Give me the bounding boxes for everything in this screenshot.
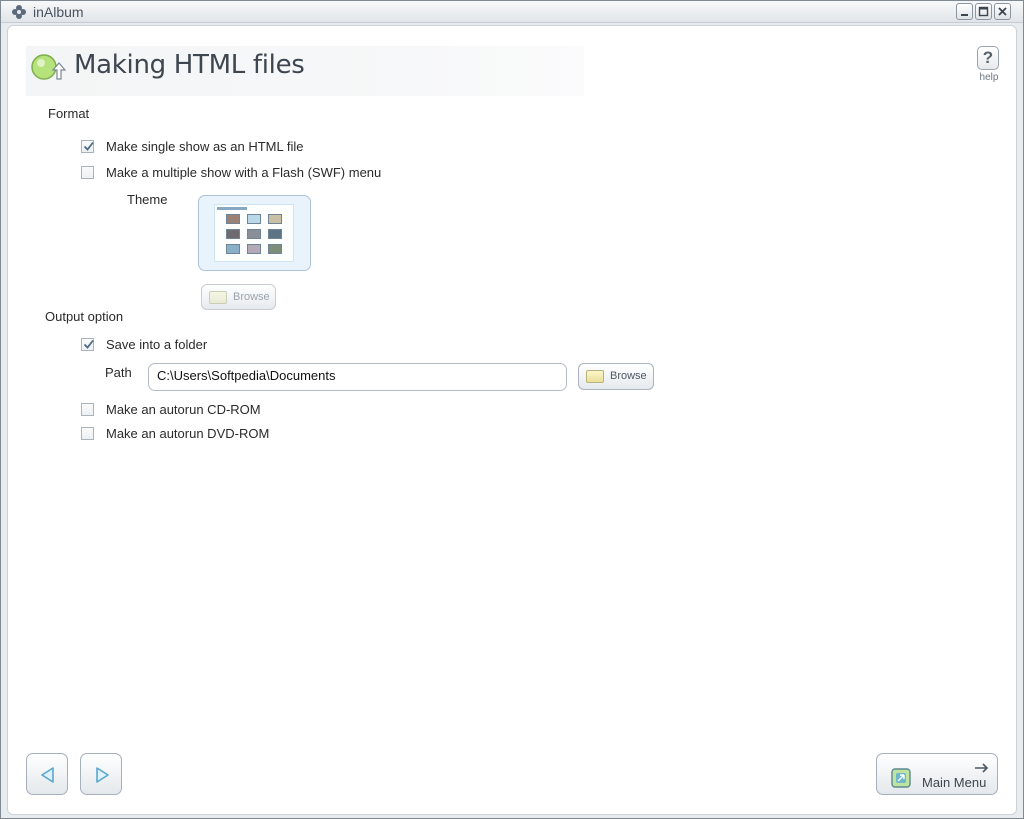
path-label: Path (105, 365, 132, 380)
theme-header-bar (217, 207, 247, 210)
multiple-show-checkbox[interactable] (81, 166, 94, 179)
theme-cell (247, 229, 261, 239)
minimize-button[interactable] (956, 3, 973, 20)
maximize-icon (978, 6, 989, 17)
theme-label: Theme (127, 192, 168, 207)
help-button[interactable]: ? (977, 46, 999, 70)
arrow-right-icon (96, 767, 109, 783)
dvd-rom-checkbox[interactable] (81, 427, 94, 440)
theme-cell (268, 244, 282, 254)
app-logo-icon (12, 5, 26, 19)
theme-cell (268, 229, 282, 239)
single-show-checkbox[interactable] (81, 140, 94, 153)
window-title: inAlbum (33, 4, 84, 20)
close-button[interactable] (994, 3, 1011, 20)
arrow-left-icon (41, 767, 54, 783)
close-icon (998, 7, 1007, 16)
folder-icon (586, 370, 604, 383)
arrow-right-icon (975, 763, 989, 773)
maximize-button[interactable] (975, 3, 992, 20)
format-heading: Format (48, 106, 90, 121)
theme-thumbnail[interactable] (198, 195, 311, 271)
checkmark-icon (83, 339, 94, 349)
save-folder-checkbox[interactable] (81, 338, 94, 351)
back-button[interactable] (26, 753, 68, 795)
path-browse-button[interactable]: Browse (578, 363, 654, 390)
main-menu-icon (891, 768, 911, 788)
theme-cell (226, 229, 240, 239)
single-show-label: Make single show as an HTML file (106, 139, 304, 154)
main-menu-label: Main Menu (922, 775, 987, 790)
forward-button[interactable] (80, 753, 122, 795)
theme-cell (247, 214, 261, 224)
output-heading: Output option (45, 309, 124, 324)
globe-upload-icon (31, 54, 66, 80)
theme-preview (214, 204, 294, 262)
theme-cell (226, 214, 240, 224)
theme-browse-button[interactable]: Browse (201, 284, 276, 310)
help-icon: ? (982, 48, 994, 67)
checkmark-icon (83, 141, 94, 151)
cd-rom-checkbox[interactable] (81, 403, 94, 416)
path-browse-label: Browse (610, 370, 647, 382)
content-panel: Making HTML files ? help Format Make sin… (7, 25, 1017, 815)
theme-cell (226, 244, 240, 254)
title-bar[interactable]: inAlbum (1, 1, 1023, 23)
multiple-show-label: Make a multiple show with a Flash (SWF) … (106, 165, 382, 180)
theme-cell (268, 214, 282, 224)
save-folder-label: Save into a folder (106, 337, 208, 352)
dvd-rom-label: Make an autorun DVD-ROM (106, 426, 270, 441)
help-label: help (979, 72, 999, 83)
minimize-icon (961, 14, 968, 16)
cd-rom-label: Make an autorun CD-ROM (106, 402, 261, 417)
page-title: Making HTML files (74, 50, 305, 80)
theme-cell (247, 244, 261, 254)
theme-browse-label: Browse (233, 291, 270, 303)
app-window: inAlbum Making HTML files ? help Format … (0, 0, 1024, 819)
main-menu-button[interactable]: Main Menu (876, 753, 998, 795)
path-input[interactable]: C:\Users\Softpedia\Documents (148, 363, 567, 391)
folder-icon (209, 291, 227, 304)
